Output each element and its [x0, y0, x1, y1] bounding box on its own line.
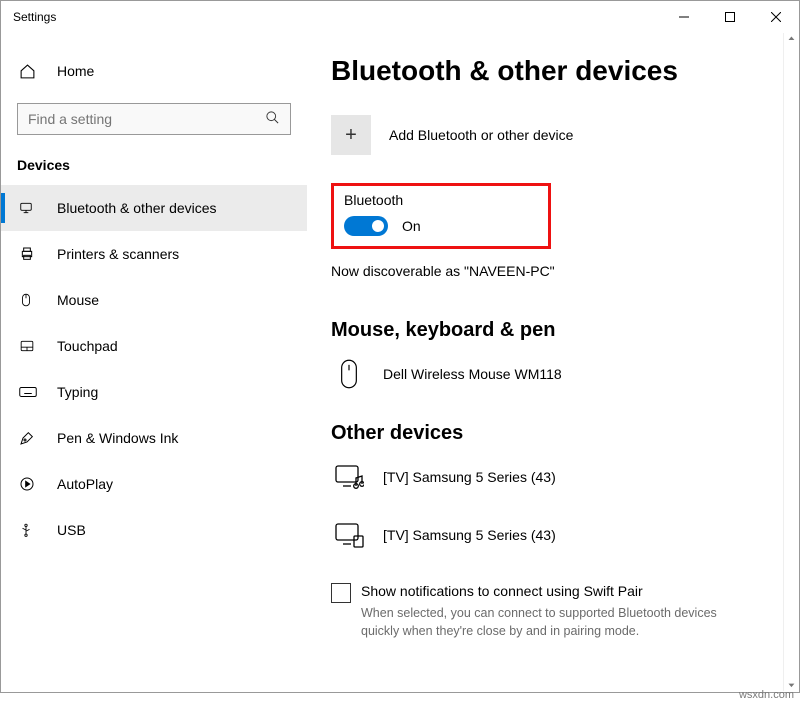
section-other-heading: Other devices	[331, 422, 775, 445]
add-device-label: Add Bluetooth or other device	[389, 127, 573, 143]
tv-music-icon	[331, 459, 367, 495]
tv-cast-icon	[331, 517, 367, 553]
usb-icon	[19, 521, 37, 539]
scroll-down-icon: ▼	[787, 682, 797, 689]
nav-label: Typing	[57, 384, 98, 400]
device-row-tv[interactable]: [TV] Samsung 5 Series (43)	[331, 459, 775, 495]
window-title: Settings	[13, 10, 56, 24]
pen-icon	[19, 430, 37, 446]
bluetooth-highlight-box: Bluetooth On	[331, 183, 551, 249]
device-name: [TV] Samsung 5 Series (43)	[383, 469, 556, 485]
device-name: Dell Wireless Mouse WM118	[383, 366, 562, 382]
add-device-button[interactable]: + Add Bluetooth or other device	[331, 115, 775, 155]
nav-printers[interactable]: Printers & scanners	[1, 231, 307, 277]
printer-icon	[19, 246, 37, 262]
main-panel: Bluetooth & other devices + Add Bluetoot…	[307, 33, 799, 692]
swift-pair-label: Show notifications to connect using Swif…	[361, 583, 775, 599]
nav-typing[interactable]: Typing	[1, 369, 307, 415]
sidebar: Home Devices Bluetooth & other devices	[1, 33, 307, 692]
scrollbar[interactable]: ▲ ▼	[783, 33, 799, 691]
nav-label: USB	[57, 522, 86, 538]
home-icon	[19, 63, 37, 80]
search-input[interactable]	[28, 111, 265, 127]
swift-pair-checkbox[interactable]	[331, 583, 351, 603]
nav-label: Touchpad	[57, 338, 118, 354]
bluetooth-icon	[19, 199, 37, 217]
search-box[interactable]	[17, 103, 291, 135]
bluetooth-toggle[interactable]	[344, 216, 388, 236]
nav-label: AutoPlay	[57, 476, 113, 492]
home-link[interactable]: Home	[1, 51, 307, 91]
mouse-device-icon	[331, 356, 367, 392]
nav-label: Printers & scanners	[57, 246, 179, 262]
nav-label: Pen & Windows Ink	[57, 430, 178, 446]
device-row-tv[interactable]: [TV] Samsung 5 Series (43)	[331, 517, 775, 553]
watermark: wsxdn.com	[739, 689, 794, 701]
mouse-icon	[19, 291, 37, 309]
touchpad-icon	[19, 339, 37, 353]
nav-bluetooth[interactable]: Bluetooth & other devices	[1, 185, 307, 231]
maximize-button[interactable]	[707, 1, 753, 33]
nav-label: Bluetooth & other devices	[57, 200, 217, 216]
search-icon	[265, 110, 280, 128]
nav-touchpad[interactable]: Touchpad	[1, 323, 307, 369]
scroll-up-icon: ▲	[787, 35, 797, 42]
page-title: Bluetooth & other devices	[331, 55, 775, 87]
device-name: [TV] Samsung 5 Series (43)	[383, 527, 556, 543]
section-mouse-heading: Mouse, keyboard & pen	[331, 319, 775, 342]
titlebar: Settings	[1, 1, 799, 33]
minimize-button[interactable]	[661, 1, 707, 33]
bluetooth-label: Bluetooth	[344, 192, 538, 208]
nav-usb[interactable]: USB	[1, 507, 307, 553]
section-devices: Devices	[1, 153, 307, 185]
bluetooth-toggle-state: On	[402, 218, 421, 234]
swift-pair-help: When selected, you can connect to suppor…	[361, 605, 775, 640]
discoverable-text: Now discoverable as "NAVEEN-PC"	[331, 263, 775, 279]
close-button[interactable]	[753, 1, 799, 33]
device-row-mouse[interactable]: Dell Wireless Mouse WM118	[331, 356, 775, 392]
nav-autoplay[interactable]: AutoPlay	[1, 461, 307, 507]
plus-icon: +	[331, 115, 371, 155]
autoplay-icon	[19, 476, 37, 492]
nav-pen[interactable]: Pen & Windows Ink	[1, 415, 307, 461]
home-label: Home	[57, 63, 94, 79]
keyboard-icon	[19, 386, 37, 398]
nav-label: Mouse	[57, 292, 99, 308]
nav-mouse[interactable]: Mouse	[1, 277, 307, 323]
